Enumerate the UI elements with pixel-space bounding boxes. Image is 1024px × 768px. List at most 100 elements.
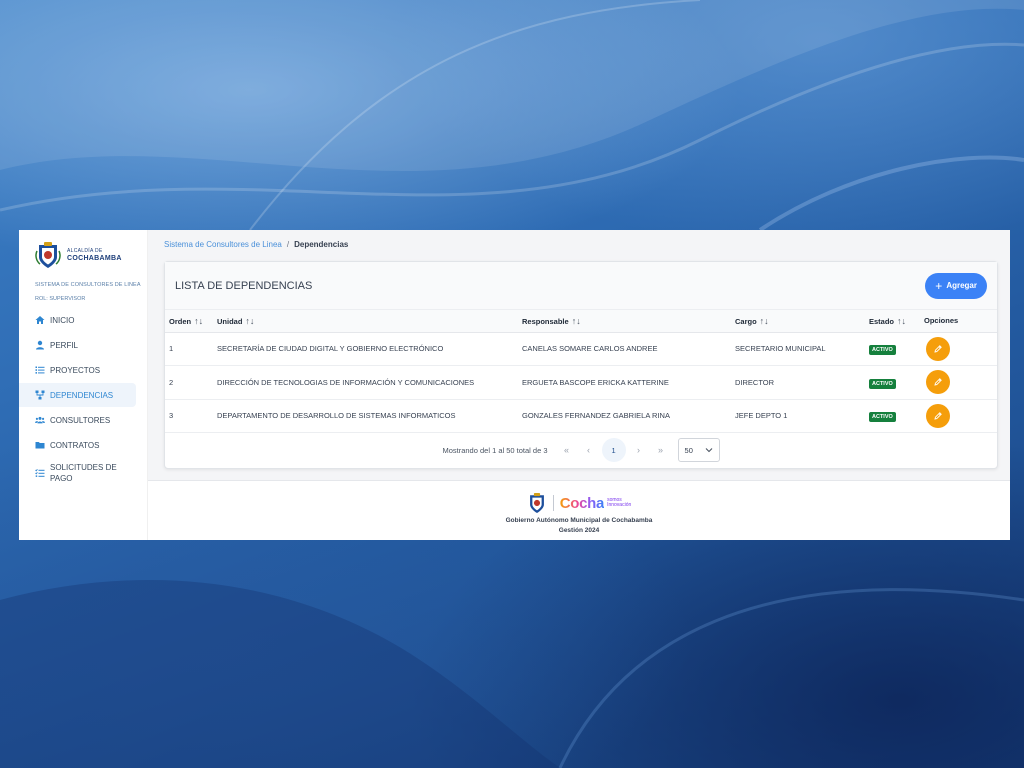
user-icon: [35, 340, 45, 350]
cell-unidad: SECRETARÍA DE CIUDAD DIGITAL Y GOBIERNO …: [217, 332, 522, 366]
column-header-estado[interactable]: Estado ↑↓: [869, 310, 924, 333]
footer-year: Gestión 2024: [558, 527, 600, 534]
system-name: SISTEMA DE CONSULTORES DE LINEA: [35, 282, 141, 288]
table-row: 3 DEPARTAMENTO DE DESARROLLO DE SISTEMAS…: [165, 399, 997, 433]
chevron-down-icon: [705, 448, 712, 453]
app-window: ALCALDÍA DE COCHABAMBA SISTEMA DE CONSUL…: [19, 230, 1010, 540]
sort-icon: ↑↓: [571, 315, 581, 326]
column-header-cargo[interactable]: Cargo ↑↓: [735, 310, 869, 333]
edit-button[interactable]: [926, 336, 950, 361]
sidebar: ALCALDÍA DE COCHABAMBA SISTEMA DE CONSUL…: [19, 230, 148, 540]
page-size-select[interactable]: 50: [677, 438, 720, 462]
users-icon: [35, 415, 45, 425]
page-button-current[interactable]: 1: [601, 438, 626, 462]
main-content: Sistema de Consultores de Linea / Depend…: [148, 230, 1010, 540]
cell-opciones: [924, 332, 997, 366]
breadcrumb-separator: /: [286, 239, 290, 249]
prev-page-icon[interactable]: ‹: [578, 445, 600, 455]
sidebar-item-label: DEPENDENCIAS: [50, 390, 114, 400]
sidebar-item-label: INICIO: [50, 315, 75, 325]
status-badge: ACTIVO: [869, 412, 896, 423]
sidebar-menu: INICIO PERFIL PROYECTOS DEPENDENCIAS CON…: [19, 308, 147, 488]
status-badge: ACTIVO: [869, 345, 896, 356]
sort-icon: ↑↓: [194, 315, 204, 326]
cell-cargo: DIRECTOR: [735, 365, 869, 400]
column-label: Orden: [169, 316, 192, 326]
footer-logos: Cocha somos Innovación: [148, 490, 1010, 516]
sidebar-item-label: PERFIL: [50, 340, 79, 350]
breadcrumb-current: Dependencias: [294, 239, 349, 249]
user-role: ROL: SUPERVISOR: [35, 296, 86, 302]
breadcrumb: Sistema de Consultores de Linea / Depend…: [148, 230, 1010, 258]
cell-orden: 1: [165, 332, 217, 366]
card-header: LISTA DE DEPENDENCIAS + Agregar: [165, 262, 997, 310]
page-size-value: 50: [684, 445, 693, 455]
city-seal-icon: [529, 493, 544, 513]
paginator-summary: Mostrando del 1 al 50 total de 3: [442, 445, 548, 455]
sort-icon: ↑↓: [897, 315, 907, 326]
city-seal-icon: [35, 242, 61, 268]
dependencias-card: LISTA DE DEPENDENCIAS + Agregar Orden ↑↓ …: [164, 261, 998, 469]
pencil-icon: [934, 344, 942, 353]
last-page-icon[interactable]: »: [650, 445, 672, 455]
sort-icon: ↑↓: [759, 315, 769, 326]
cell-responsable: ERGUETA BASCOPE ERICKA KATTERINE: [522, 365, 735, 400]
cell-responsable: GONZALES FERNANDEZ GABRIELA RINA: [522, 399, 735, 433]
pencil-icon: [934, 378, 942, 386]
folder-icon: [35, 440, 45, 450]
column-header-opciones: Opciones: [924, 310, 997, 333]
sidebar-logo[interactable]: ALCALDÍA DE COCHABAMBA: [19, 238, 147, 272]
cell-cargo: SECRETARIO MUNICIPAL: [735, 332, 869, 366]
list-icon: [35, 365, 45, 375]
logo-line-1: ALCALDÍA DE: [67, 248, 103, 254]
footer-divider: [552, 495, 554, 511]
page-title: LISTA DE DEPENDENCIAS: [175, 279, 313, 292]
cell-orden: 3: [165, 399, 217, 433]
cocha-tagline-2: Innovación: [607, 502, 632, 508]
sidebar-item-consultores[interactable]: CONSULTORES: [19, 408, 136, 432]
cell-unidad: DIRECCIÓN DE TECNOLOGIAS DE INFORMACIÓN …: [217, 365, 522, 400]
cocha-brand: Cocha: [559, 494, 605, 512]
sidebar-item-solicitudes-de-pago[interactable]: SOLICITUDES DE PAGO: [19, 458, 136, 488]
status-badge: ACTIVO: [869, 378, 896, 389]
column-label: Cargo: [735, 316, 757, 326]
column-header-responsable[interactable]: Responsable ↑↓: [522, 310, 735, 333]
plus-icon: +: [935, 278, 943, 293]
page-footer: Cocha somos Innovación Gobierno Autónomo…: [148, 480, 1010, 540]
cell-responsable: CANELAS SOMARE CARLOS ANDREE: [522, 332, 735, 366]
sitemap-icon: [35, 390, 45, 400]
column-header-unidad[interactable]: Unidad ↑↓: [217, 310, 522, 333]
column-label: Estado: [869, 316, 895, 326]
sidebar-item-label: PROYECTOS: [50, 365, 101, 375]
sidebar-item-inicio[interactable]: INICIO: [19, 308, 136, 332]
cocha-tagline: somos Innovación: [607, 498, 631, 508]
column-label: Unidad: [217, 316, 243, 326]
sidebar-item-label: SOLICITUDES DE PAGO: [50, 463, 117, 483]
column-label: Responsable: [522, 316, 569, 326]
logo-line-2: COCHABAMBA: [67, 255, 122, 262]
sidebar-item-contratos[interactable]: CONTRATOS: [19, 433, 136, 457]
edit-button[interactable]: [926, 403, 950, 428]
sidebar-item-perfil[interactable]: PERFIL: [19, 333, 136, 357]
sort-icon: ↑↓: [245, 315, 255, 326]
add-button-label: Agregar: [946, 281, 977, 290]
cell-orden: 2: [165, 365, 217, 400]
sidebar-item-dependencias[interactable]: DEPENDENCIAS: [19, 383, 136, 407]
home-icon: [35, 315, 45, 325]
cell-estado: ACTIVO: [869, 399, 924, 433]
column-header-orden[interactable]: Orden ↑↓: [165, 310, 217, 333]
add-button[interactable]: + Agregar: [925, 272, 987, 299]
cell-opciones: [924, 365, 997, 400]
cell-opciones: [924, 399, 997, 433]
paginator: Mostrando del 1 al 50 total de 3 « ‹ 1 ›…: [165, 433, 997, 467]
table-row: 2 DIRECCIÓN DE TECNOLOGIAS DE INFORMACIÓ…: [165, 365, 997, 400]
first-page-icon[interactable]: «: [556, 445, 578, 455]
sidebar-item-proyectos[interactable]: PROYECTOS: [19, 358, 136, 382]
edit-button[interactable]: [926, 370, 950, 395]
next-page-icon[interactable]: ›: [628, 445, 650, 455]
footer-org: Gobierno Autónomo Municipal de Cochabamb…: [505, 517, 653, 524]
breadcrumb-parent-link[interactable]: Sistema de Consultores de Linea: [164, 240, 282, 249]
dependencias-table: Orden ↑↓ Unidad ↑↓ Responsable ↑↓ Cargo ↑↓ E…: [165, 310, 997, 433]
cell-cargo: JEFE DEPTO 1: [735, 399, 869, 433]
cell-estado: ACTIVO: [869, 332, 924, 366]
